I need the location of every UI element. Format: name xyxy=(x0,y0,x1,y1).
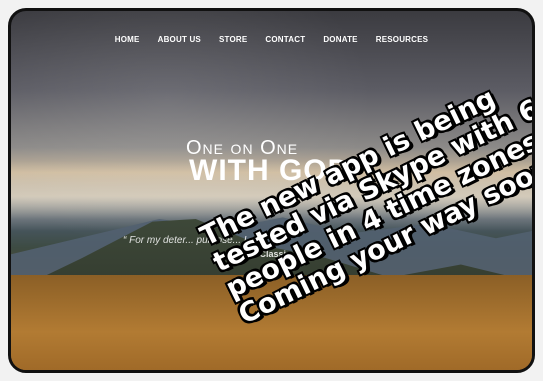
nav-donate[interactable]: DONATE xyxy=(323,35,357,44)
screenshot-frame: HOME ABOUT US STORE CONTACT DONATE RESOU… xyxy=(8,8,535,373)
nav-contact[interactable]: CONTACT xyxy=(265,35,305,44)
nav-resources[interactable]: RESOURCES xyxy=(376,35,428,44)
main-nav: HOME ABOUT US STORE CONTACT DONATE RESOU… xyxy=(11,35,532,44)
nav-home[interactable]: HOME xyxy=(115,35,140,44)
nav-about-us[interactable]: ABOUT US xyxy=(158,35,201,44)
nav-store[interactable]: STORE xyxy=(219,35,247,44)
